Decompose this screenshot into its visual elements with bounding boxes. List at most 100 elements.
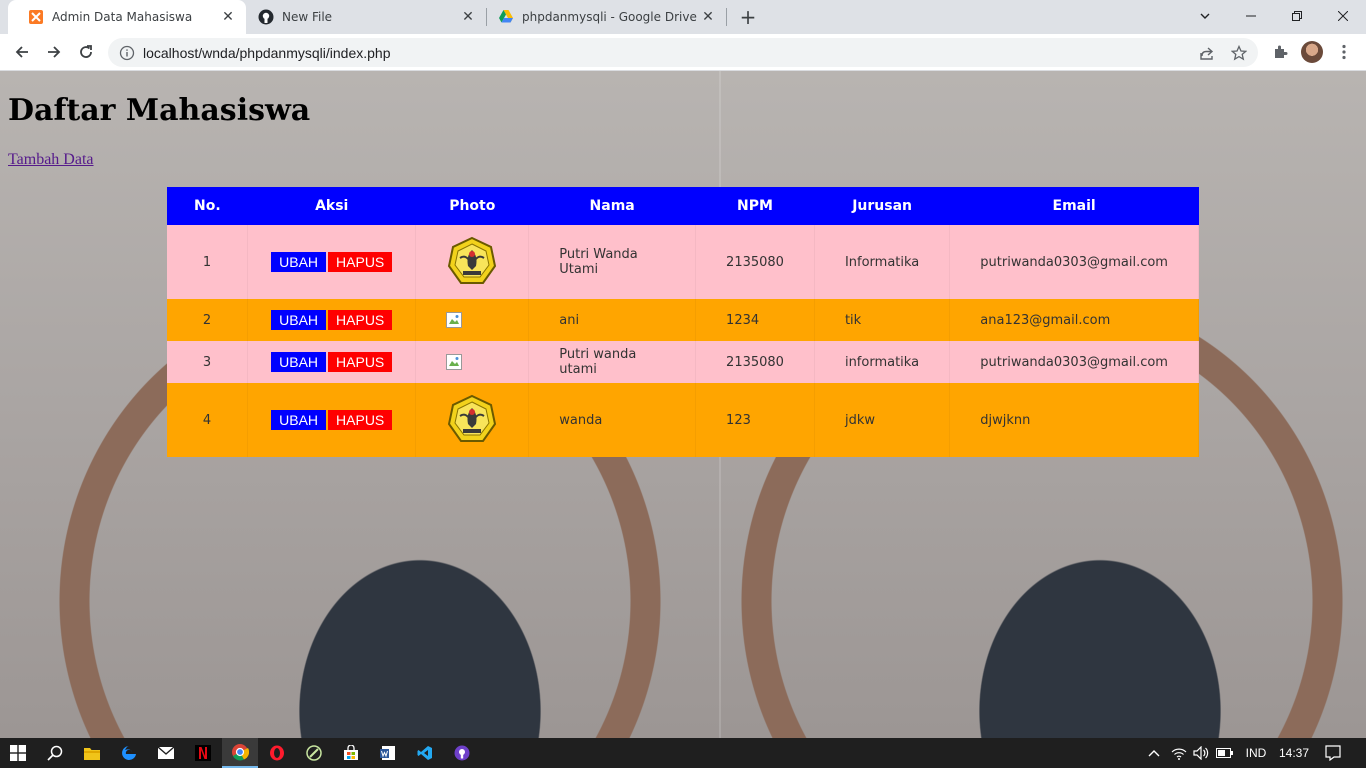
browser-toolbar: localhost/wnda/phpdanmysqli/index.php [0, 34, 1366, 71]
column-header-nama: Nama [528, 187, 696, 225]
profile-avatar[interactable] [1300, 40, 1324, 64]
back-button[interactable] [8, 38, 36, 66]
edit-button[interactable]: UBAH [271, 310, 327, 330]
tab-title: phpdanmysqli - Google Drive [522, 10, 697, 24]
tab-new-file[interactable]: New File ✕ [238, 0, 486, 34]
students-table: No. Aksi Photo Nama NPM Jurusan Email 1 … [167, 187, 1199, 457]
table-row: 3 UBAH HAPUS Putri wanda utami 2135080 in… [167, 341, 1199, 383]
opera-icon[interactable] [259, 738, 295, 768]
column-header-aksi: Aksi [247, 187, 416, 225]
restore-button[interactable] [1274, 0, 1320, 32]
close-window-button[interactable] [1320, 0, 1366, 32]
delete-button[interactable]: HAPUS [328, 252, 393, 272]
add-data-link[interactable]: Tambah Data [8, 151, 94, 169]
bookmark-star-icon[interactable] [1230, 44, 1248, 62]
url-text: localhost/wnda/phpdanmysqli/index.php [143, 44, 391, 61]
cell-no: 1 [167, 225, 249, 299]
page-content: Daftar Mahasiswa Tambah Data No. Aksi Ph… [0, 71, 1366, 738]
cell-nama: Putri Wanda Utami [528, 225, 697, 299]
vscode-icon[interactable] [407, 738, 443, 768]
cell-no: 3 [167, 341, 249, 383]
broken-image-icon [446, 354, 463, 370]
close-tab-icon[interactable]: ✕ [218, 7, 238, 27]
language-indicator[interactable]: IND [1240, 738, 1272, 768]
cell-email: putriwanda0303@gmail.com [949, 341, 1199, 383]
delete-button[interactable]: HAPUS [328, 310, 393, 330]
share-icon[interactable] [1198, 44, 1216, 62]
cell-npm: 1234 [695, 299, 815, 341]
github-icon [258, 9, 274, 25]
cell-no: 4 [167, 383, 249, 457]
edit-button[interactable]: UBAH [271, 252, 327, 272]
delete-button[interactable]: HAPUS [328, 352, 393, 372]
netflix-icon[interactable] [185, 738, 221, 768]
chrome-icon[interactable] [222, 738, 258, 768]
github-desktop-icon[interactable] [444, 738, 480, 768]
battery-icon[interactable] [1214, 738, 1236, 768]
minimize-button[interactable] [1228, 0, 1274, 32]
column-header-email: Email [949, 187, 1199, 225]
cell-jurusan: Informatika [814, 225, 951, 299]
cell-no: 2 [167, 299, 249, 341]
delete-button[interactable]: HAPUS [328, 410, 393, 430]
cell-npm: 2135080 [695, 341, 815, 383]
edge-icon[interactable] [111, 738, 147, 768]
cell-nama: ani [528, 299, 697, 341]
extensions-icon[interactable] [1268, 40, 1292, 64]
cell-aksi: UBAH HAPUS [247, 299, 417, 341]
cell-aksi: UBAH HAPUS [247, 341, 417, 383]
xampp-icon [28, 9, 44, 25]
search-icon[interactable] [37, 738, 73, 768]
cell-email: putriwanda0303@gmail.com [949, 225, 1199, 299]
tab-google-drive[interactable]: phpdanmysqli - Google Drive ✕ [478, 0, 726, 34]
store-icon[interactable] [333, 738, 369, 768]
tab-strip: Admin Data Mahasiswa ✕ New File ✕ phpdan… [0, 0, 1366, 34]
close-tab-icon[interactable]: ✕ [458, 7, 478, 27]
cell-nama: Putri wanda utami [528, 341, 697, 383]
clock[interactable]: 14:37 [1274, 738, 1314, 768]
edit-button[interactable]: UBAH [271, 352, 327, 372]
table-row: 4 UBAH HAPUS wanda 123 jdkw djwjknn [167, 383, 1199, 457]
cell-email: ana123@gmail.com [949, 299, 1199, 341]
address-bar[interactable]: localhost/wnda/phpdanmysqli/index.php [108, 38, 1258, 67]
table-row: 1 UBAH HAPUS Putri Wanda Utami 2135080 I… [167, 225, 1199, 299]
wifi-icon[interactable] [1168, 738, 1190, 768]
word-icon[interactable] [370, 738, 406, 768]
column-header-no: No. [167, 187, 248, 225]
table-row: 2 UBAH HAPUS ani 1234 tik ana123@gmail.co… [167, 299, 1199, 341]
site-info-icon[interactable] [119, 45, 135, 61]
new-tab-button[interactable]: + [737, 5, 759, 29]
university-logo-image [448, 394, 497, 442]
column-header-jurusan: Jurusan [814, 187, 950, 225]
cell-email: djwjknn [949, 383, 1199, 457]
tab-search-chevron-icon[interactable] [1182, 0, 1228, 32]
reload-button[interactable] [72, 38, 100, 66]
app-icon[interactable] [296, 738, 332, 768]
menu-kebab-icon[interactable] [1332, 40, 1356, 64]
windows-start-icon[interactable] [0, 738, 36, 768]
cell-nama: wanda [528, 383, 697, 457]
google-drive-icon [498, 9, 514, 25]
forward-button[interactable] [40, 38, 68, 66]
notification-icon[interactable] [1320, 738, 1346, 768]
close-tab-icon[interactable]: ✕ [698, 7, 718, 27]
cell-photo [415, 299, 530, 341]
tab-separator [726, 8, 727, 26]
edit-button[interactable]: UBAH [271, 410, 327, 430]
file-explorer-icon[interactable] [74, 738, 110, 768]
cell-photo [415, 341, 530, 383]
show-hidden-icons-chevron-icon[interactable] [1144, 738, 1164, 768]
cell-npm: 123 [695, 383, 815, 457]
cell-npm: 2135080 [695, 225, 815, 299]
cell-aksi: UBAH HAPUS [247, 225, 417, 299]
tab-title: Admin Data Mahasiswa [52, 10, 193, 24]
table-header-row: No. Aksi Photo Nama NPM Jurusan Email [167, 187, 1199, 225]
broken-image-icon [446, 312, 463, 328]
cell-photo [415, 383, 530, 457]
mail-icon[interactable] [148, 738, 184, 768]
university-logo-image [448, 236, 497, 284]
volume-icon[interactable] [1190, 738, 1212, 768]
column-header-photo: Photo [415, 187, 529, 225]
tab-admin-data-mahasiswa[interactable]: Admin Data Mahasiswa ✕ [8, 0, 246, 34]
cell-jurusan: informatika [814, 341, 951, 383]
